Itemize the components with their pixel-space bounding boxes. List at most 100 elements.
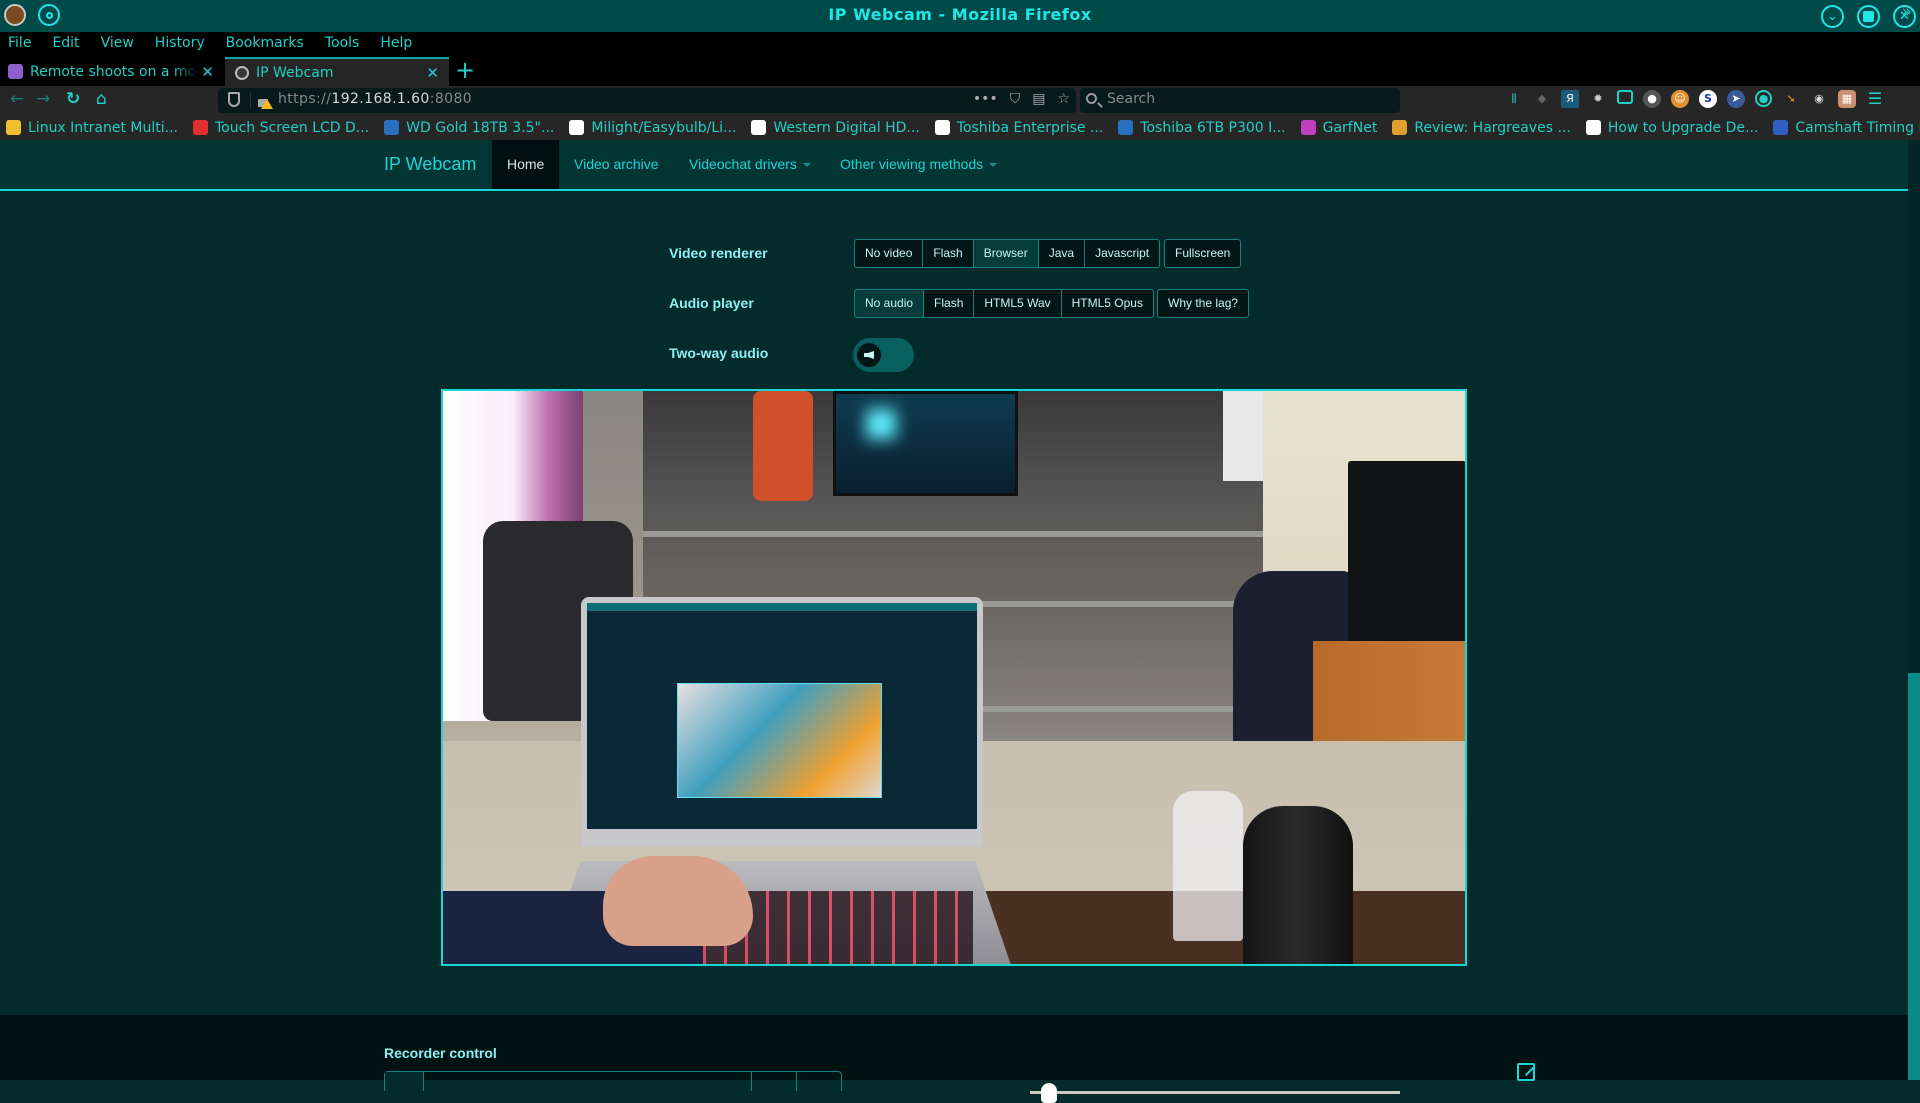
bookmark-item[interactable]: WD Gold 18TB 3.5"... <box>384 115 554 140</box>
bookmark-favicon-icon <box>1392 120 1408 135</box>
spy-extension-icon[interactable]: ◉ <box>1810 90 1828 108</box>
arrow-extension-icon[interactable]: ➘ <box>1782 90 1800 108</box>
molecule-extension-icon[interactable]: ● <box>1643 90 1661 108</box>
reload-button[interactable]: ↻ <box>66 89 80 109</box>
menu-file[interactable]: File <box>8 32 31 54</box>
nav-label: Other viewing methods <box>840 156 984 172</box>
audio-player-label: Audio player <box>669 295 754 311</box>
maximize-button[interactable] <box>1857 5 1880 28</box>
bookmark-label: Review: Hargreaves ... <box>1414 119 1571 136</box>
bookmark-item[interactable]: GarfNet <box>1300 115 1378 140</box>
hamburger-menu-icon[interactable]: ☰ <box>1866 90 1884 108</box>
why-the-lag-button[interactable]: Why the lag? <box>1157 289 1250 318</box>
popout-icon[interactable] <box>1517 1063 1535 1081</box>
account-icon[interactable]: ● <box>1755 90 1772 107</box>
nav-label: Video archive <box>574 156 659 172</box>
tab-remote-shoots[interactable]: Remote shoots on a mobile ✕ <box>8 57 224 86</box>
audio-html5-opus-button[interactable]: HTML5 Opus <box>1061 289 1154 318</box>
pocket-icon[interactable]: ⛉ <box>1010 91 1021 107</box>
fullscreen-button[interactable]: Fullscreen <box>1164 239 1242 268</box>
bookmark-favicon-icon <box>384 120 400 135</box>
nav-other-viewing-methods[interactable]: Other viewing methods <box>825 140 1012 189</box>
tab-ip-webcam[interactable]: IP Webcam ✕ <box>225 57 449 86</box>
extension-diamond-icon[interactable]: ◆ <box>1533 90 1551 108</box>
recorder-slider[interactable] <box>1030 1083 1400 1103</box>
insecure-lock-icon[interactable] <box>258 93 273 109</box>
nav-toolbar: ← → ↻ ⌂ https://192.168.1.60:8080 ••• ⛉ … <box>0 86 1920 115</box>
bookmark-item[interactable]: Western Digital HD... <box>751 115 920 140</box>
page-content: IP Webcam Home Video archive Videochat d… <box>0 140 1908 1103</box>
recorder-button[interactable] <box>752 1072 797 1091</box>
close-tab-icon[interactable]: ✕ <box>426 64 439 82</box>
bookmark-item[interactable]: Toshiba Enterprise ... <box>934 115 1103 140</box>
scene-laptop-screen <box>581 597 983 847</box>
bookmark-label: Linux Intranet Multi... <box>28 119 178 136</box>
audio-html5-wav-button[interactable]: HTML5 Wav <box>974 289 1062 318</box>
nav-home[interactable]: Home <box>492 140 560 189</box>
webcam-video-feed[interactable] <box>441 389 1467 966</box>
home-button[interactable]: ⌂ <box>96 89 107 109</box>
recorder-button[interactable] <box>797 1072 841 1091</box>
bookmark-label: Milight/Easybulb/Li... <box>591 119 737 136</box>
scene-tv <box>833 391 1018 496</box>
close-tab-icon[interactable]: ✕ <box>201 63 214 81</box>
recorder-filename-input[interactable] <box>424 1072 752 1091</box>
audio-player-group: No audio Flash HTML5 Wav HTML5 Opus <box>854 289 1154 318</box>
bookmarks-overflow-button[interactable]: » <box>1902 2 1912 22</box>
bookmark-favicon-icon <box>1300 120 1316 135</box>
two-way-audio-label: Two-way audio <box>669 345 769 361</box>
site-brand[interactable]: IP Webcam <box>384 154 476 175</box>
page-scrollbar-thumb[interactable] <box>1908 673 1920 1080</box>
new-tab-button[interactable]: + <box>455 56 475 84</box>
video-flash-button[interactable]: Flash <box>923 239 974 268</box>
recorder-addon[interactable] <box>385 1072 424 1091</box>
menu-edit[interactable]: Edit <box>52 32 79 54</box>
menu-history[interactable]: History <box>155 32 205 54</box>
menu-help[interactable]: Help <box>380 32 412 54</box>
bookmark-item[interactable]: Milight/Easybulb/Li... <box>569 115 736 140</box>
cursor-extension-icon[interactable]: ➤ <box>1727 90 1745 108</box>
bookmark-item[interactable]: Camshaft Timing Bel... <box>1773 115 1920 140</box>
forward-button[interactable]: → <box>36 89 50 109</box>
video-browser-button[interactable]: Browser <box>973 239 1039 268</box>
square-icon <box>1863 11 1874 22</box>
bookmark-item[interactable]: Toshiba 6TB P300 I... <box>1118 115 1286 140</box>
audio-flash-button[interactable]: Flash <box>924 289 975 318</box>
slider-handle[interactable] <box>1040 1083 1057 1103</box>
audio-no-audio-button[interactable]: No audio <box>854 289 925 318</box>
cookie-jar-icon[interactable]: ▦ <box>1838 90 1856 108</box>
bookmark-item[interactable]: Linux Intranet Multi... <box>6 115 178 140</box>
menu-bookmarks[interactable]: Bookmarks <box>226 32 304 54</box>
s-extension-icon[interactable]: S <box>1699 90 1717 108</box>
bookmark-favicon-icon <box>1118 120 1134 135</box>
video-javascript-button[interactable]: Javascript <box>1085 239 1161 268</box>
nav-label: Home <box>507 156 545 172</box>
tracking-protection-icon[interactable] <box>228 92 240 107</box>
url-text[interactable]: https://192.168.1.60:8080 <box>278 91 472 107</box>
yandex-translate-icon[interactable]: Я <box>1561 90 1579 108</box>
tampermonkey-icon[interactable]: ☺ <box>1671 90 1689 108</box>
minimize-button[interactable]: ⌄ <box>1821 5 1844 28</box>
menu-tools[interactable]: Tools <box>325 32 360 54</box>
library-icon[interactable]: ⫼ <box>1505 90 1523 108</box>
nav-video-archive[interactable]: Video archive <box>559 140 674 189</box>
video-no-video-button[interactable]: No video <box>854 239 924 268</box>
menu-view[interactable]: View <box>101 32 134 54</box>
tab-label: Remote shoots on a mobile <box>30 63 198 80</box>
search-input[interactable]: Search <box>1080 88 1400 113</box>
settings-gear-icon[interactable]: ✹ <box>1589 90 1607 108</box>
video-java-button[interactable]: Java <box>1038 239 1086 268</box>
bookmark-favicon-icon <box>1585 120 1601 135</box>
sidebar-icon[interactable] <box>1617 90 1633 104</box>
bookmark-item[interactable]: How to Upgrade De... <box>1585 115 1758 140</box>
page-actions-icon[interactable]: ••• <box>973 91 998 107</box>
back-button[interactable]: ← <box>10 89 24 109</box>
bookmark-item[interactable]: Review: Hargreaves ... <box>1392 115 1571 140</box>
nav-videochat-drivers[interactable]: Videochat drivers <box>674 140 826 189</box>
bookmark-star-icon[interactable]: ☆ <box>1057 91 1070 107</box>
two-way-audio-toggle[interactable] <box>853 338 914 372</box>
bookmark-item[interactable]: Touch Screen LCD D... <box>193 115 369 140</box>
bookmark-label: GarfNet <box>1322 119 1378 136</box>
url-bar[interactable]: https://192.168.1.60:8080 ••• ⛉ ▤ ☆ <box>218 88 1076 113</box>
network-drive-icon[interactable]: ▤ <box>1032 91 1045 107</box>
